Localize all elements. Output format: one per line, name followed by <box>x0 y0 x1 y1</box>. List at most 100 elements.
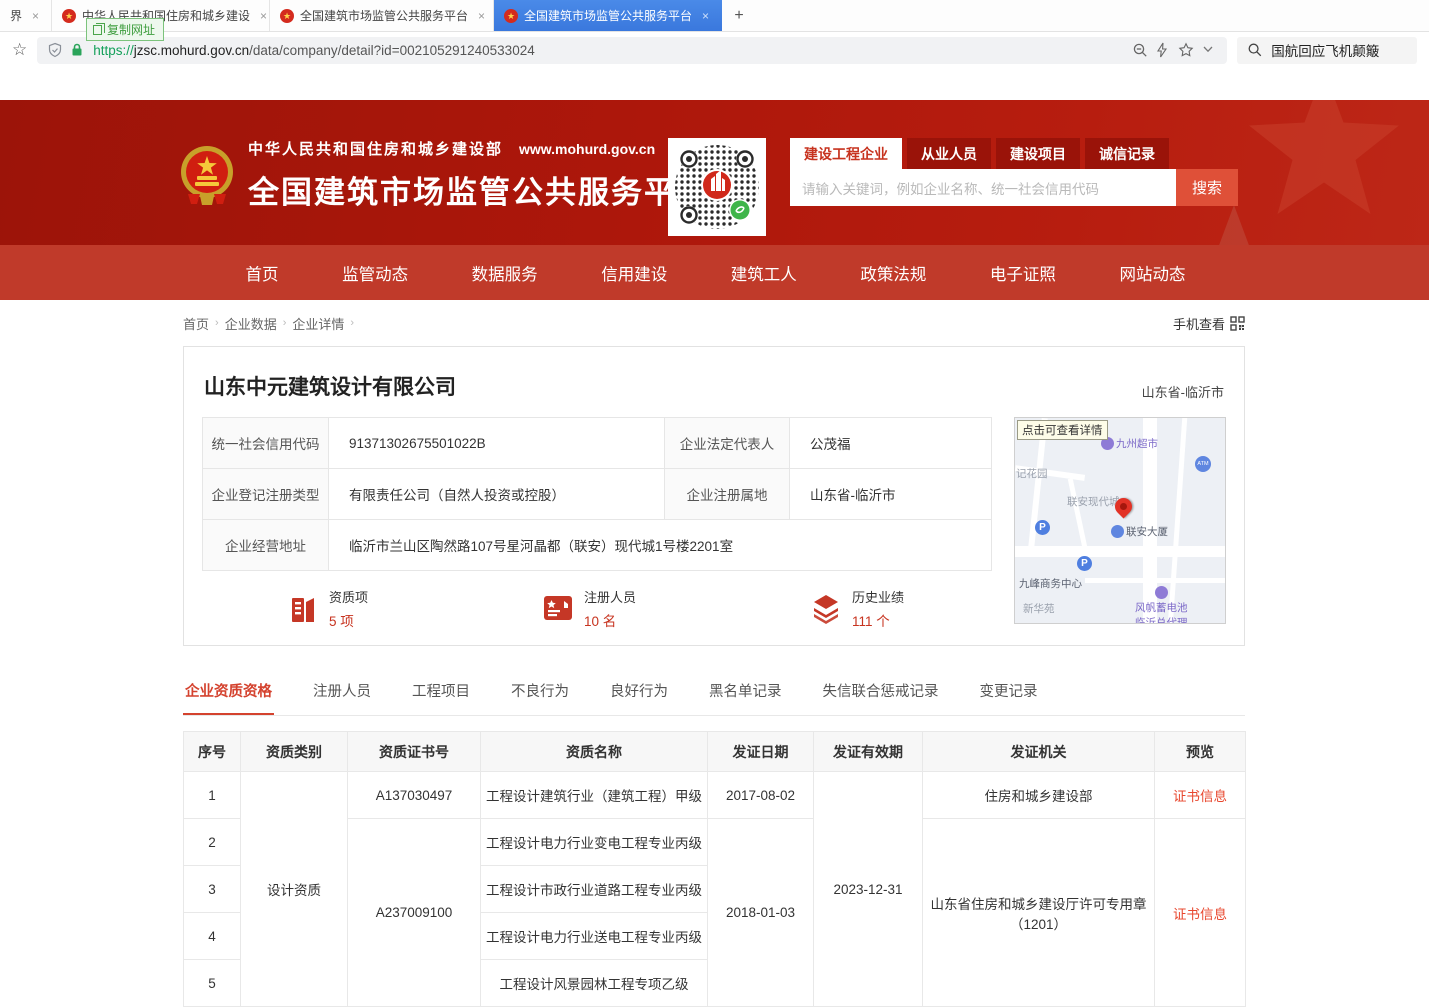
col-category: 资质类别 <box>241 732 348 772</box>
stat-value: 10 名 <box>584 610 636 630</box>
reg-type-label: 企业登记注册类型 <box>203 469 329 520</box>
cell-cert-no: A237009100 <box>348 819 481 1007</box>
search-button[interactable]: 搜索 <box>1176 169 1238 206</box>
site-favicon: ★ <box>62 9 76 23</box>
browser-tab-active[interactable]: ★ 全国建筑市场监管公共服务平台 × <box>494 0 722 31</box>
shield-icon[interactable] <box>47 42 63 58</box>
close-icon[interactable]: × <box>32 9 39 23</box>
col-valid-until: 发证有效期 <box>814 732 923 772</box>
browser-search-text: 国航回应飞机颠簸 <box>1271 40 1379 60</box>
breadcrumb-separator: › <box>350 317 354 329</box>
stat-track-record[interactable]: 历史业绩 111 个 <box>810 587 904 630</box>
col-issue-date: 发证日期 <box>708 732 814 772</box>
nav-supervision[interactable]: 监管动态 <box>342 261 408 285</box>
tab-bar: 界 × ★ 中华人民共和国住房和城乡建设 × ★ 全国建筑市场监管公共服务平台 … <box>0 0 1429 32</box>
tab-projects[interactable]: 工程项目 <box>410 670 472 715</box>
favorite-star-icon[interactable] <box>1178 42 1194 58</box>
idcard-icon <box>542 593 574 623</box>
tab-good-behavior[interactable]: 良好行为 <box>608 670 670 715</box>
nav-credit[interactable]: 信用建设 <box>601 261 667 285</box>
company-region: 山东省-临沂市 <box>1142 382 1224 401</box>
reg-place-value: 山东省-临沂市 <box>790 469 992 520</box>
tab-title: 全国建筑市场监管公共服务平台 <box>300 7 468 24</box>
mobile-view-label: 手机查看 <box>1173 314 1225 333</box>
bookmark-star-icon[interactable]: ☆ <box>12 40 27 60</box>
map-poi-atm: ATM <box>1195 453 1213 472</box>
col-preview: 预览 <box>1155 732 1246 772</box>
url-field[interactable]: https://jzsc.mohurd.gov.cn/data/company/… <box>37 37 1227 64</box>
stat-value: 5 项 <box>329 610 368 630</box>
close-icon[interactable]: × <box>260 9 267 23</box>
mobile-view-link[interactable]: 手机查看 <box>1173 314 1245 333</box>
map-poi-garden: 记花园 <box>1016 466 1048 481</box>
new-tab-button[interactable]: + <box>722 0 756 31</box>
browser-tab-2[interactable]: ★ 全国建筑市场监管公共服务平台 × <box>270 0 494 31</box>
certificate-info-link[interactable]: 证书信息 <box>1173 907 1227 922</box>
cell-qual-name: 工程设计市政行业道路工程专业丙级 <box>481 866 708 913</box>
copy-icon <box>93 25 102 35</box>
lightning-icon[interactable] <box>1155 42 1171 58</box>
tab-bad-behavior[interactable]: 不良行为 <box>509 670 571 715</box>
cell-qual-name: 工程设计电力行业变电工程专业丙级 <box>481 819 708 866</box>
page-content: 首页 › 企业数据 › 企业详情 › 手机查看 山东中元建筑设计有限公司 山东省… <box>183 300 1245 1007</box>
map-poi-lianan-city: 联安现代城 <box>1067 494 1120 509</box>
browser-tab-partial[interactable]: 界 × <box>0 0 52 31</box>
platform-title: 全国建筑市场监管公共服务平台 <box>248 167 710 212</box>
cell-seq: 5 <box>184 960 241 1007</box>
certificate-info-link[interactable]: 证书信息 <box>1173 789 1227 804</box>
tab-qualifications[interactable]: 企业资质资格 <box>183 670 274 715</box>
cell-authority: 山东省住房和城乡建设厅许可专用章（1201） <box>923 819 1155 1007</box>
breadcrumb-home[interactable]: 首页 <box>183 314 209 333</box>
cell-issue-date: 2018-01-03 <box>708 819 814 1007</box>
tab-registered-personnel[interactable]: 注册人员 <box>311 670 373 715</box>
col-cert-no: 资质证书号 <box>348 732 481 772</box>
close-icon[interactable]: × <box>702 9 709 23</box>
col-seq: 序号 <box>184 732 241 772</box>
col-qual-name: 资质名称 <box>481 732 708 772</box>
site-brand[interactable]: 中华人民共和国住房和城乡建设部www.mohurd.gov.cn 全国建筑市场监… <box>180 138 710 212</box>
chevron-down-icon[interactable] <box>1201 42 1217 58</box>
legal-rep-value: 公茂福 <box>790 418 992 469</box>
nav-license[interactable]: 电子证照 <box>990 261 1056 285</box>
copy-url-tooltip[interactable]: 复制网址 <box>86 18 164 41</box>
map-poi-lianan-tower: 联安大厦 <box>1111 524 1168 539</box>
cell-qual-name: 工程设计风景园林工程专项乙级 <box>481 960 708 1007</box>
header-qr-code <box>668 138 766 236</box>
address-value: 临沂市兰山区陶然路107号星河晶都（联安）现代城1号楼2201室 <box>329 520 992 571</box>
search-tab-project[interactable]: 建设项目 <box>996 138 1080 169</box>
nav-home[interactable]: 首页 <box>246 261 279 285</box>
map-poi-battery-agent: 风帆蓄电池临沂总代理 <box>1135 586 1188 624</box>
search-icon <box>1247 42 1263 58</box>
layers-icon <box>810 592 842 624</box>
nav-workers[interactable]: 建筑工人 <box>731 261 797 285</box>
browser-chrome: 界 × ★ 中华人民共和国住房和城乡建设 × ★ 全国建筑市场监管公共服务平台 … <box>0 0 1429 68</box>
tab-title: 界 <box>10 7 22 24</box>
zoom-out-icon[interactable] <box>1132 42 1148 58</box>
search-tab-personnel[interactable]: 从业人员 <box>907 138 991 169</box>
cell-qual-name: 工程设计电力行业送电工程专业丙级 <box>481 913 708 960</box>
search-tab-credit[interactable]: 诚信记录 <box>1085 138 1169 169</box>
company-map[interactable]: 点击可查看详情 九州超市 ATM 记花园 联安现代城 联安大厦 P P 九峰商务… <box>1014 417 1226 624</box>
reg-type-value: 有限责任公司（自然人投资或控股） <box>329 469 665 520</box>
nav-data-service[interactable]: 数据服务 <box>472 261 538 285</box>
reg-place-label: 企业注册属地 <box>665 469 790 520</box>
keyword-search-input[interactable]: 请输入关键词，例如企业名称、统一社会信用代码 <box>790 169 1176 206</box>
stat-qualifications[interactable]: 资质项 5 项 <box>289 587 368 630</box>
map-poi-business-center: 九峰商务中心 <box>1019 576 1082 591</box>
nav-policy[interactable]: 政策法规 <box>860 261 926 285</box>
browser-search-box[interactable]: 国航回应飞机颠簸 <box>1237 37 1417 64</box>
search-tab-enterprise[interactable]: 建设工程企业 <box>790 138 902 169</box>
close-icon[interactable]: × <box>478 9 485 23</box>
ministry-url: www.mohurd.gov.cn <box>519 141 655 157</box>
col-authority: 发证机关 <box>923 732 1155 772</box>
company-name: 山东中元建筑设计有限公司 <box>204 371 456 401</box>
nav-site-news[interactable]: 网站动态 <box>1119 261 1185 285</box>
cell-category: 设计资质 <box>241 772 348 1007</box>
stat-registered-personnel[interactable]: 注册人员 10 名 <box>542 587 636 630</box>
tab-change-records[interactable]: 变更记录 <box>978 670 1040 715</box>
table-header-row: 序号 资质类别 资质证书号 资质名称 发证日期 发证有效期 发证机关 预览 <box>184 732 1246 772</box>
tab-blacklist[interactable]: 黑名单记录 <box>707 670 784 715</box>
tab-dishonesty-records[interactable]: 失信联合惩戒记录 <box>821 670 941 715</box>
breadcrumb-separator: › <box>215 317 219 329</box>
breadcrumb-company-data[interactable]: 企业数据 <box>225 314 277 333</box>
